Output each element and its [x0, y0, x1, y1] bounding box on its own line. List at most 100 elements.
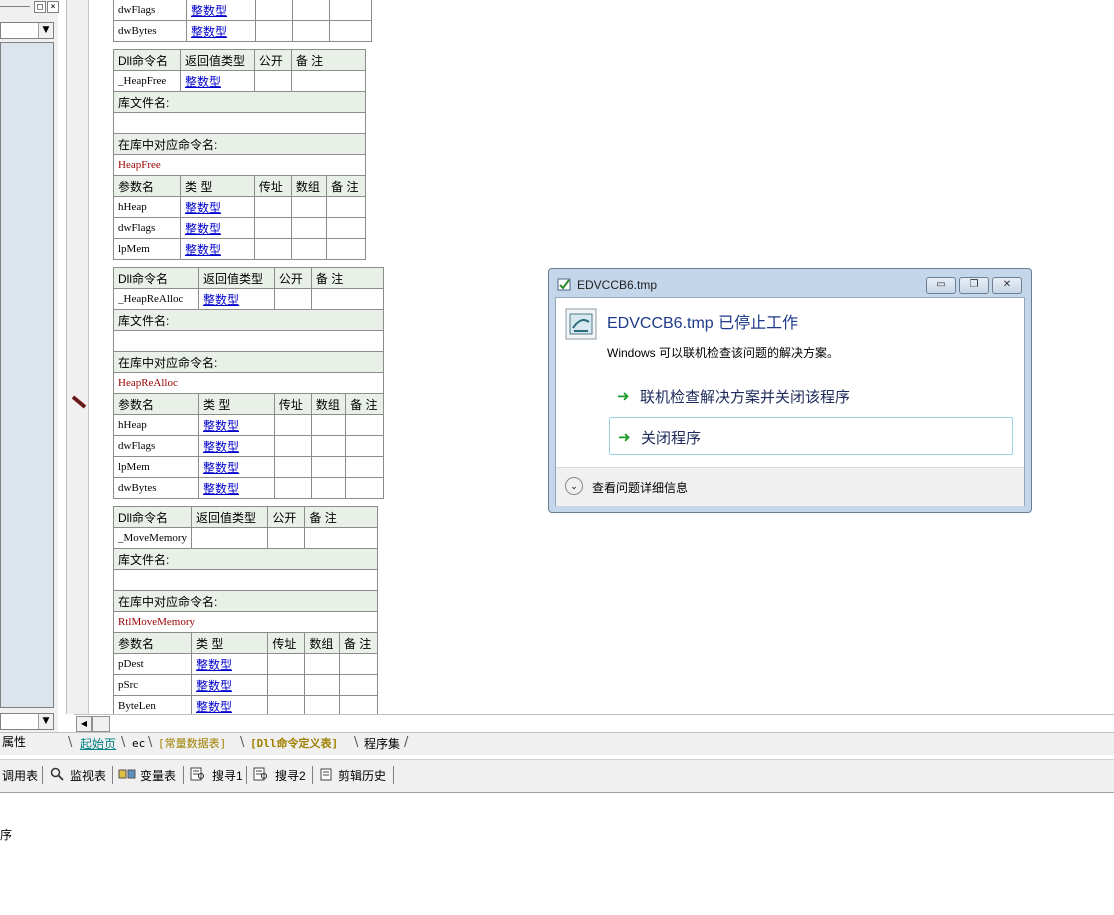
param-array[interactable] [292, 20, 330, 42]
note-cell[interactable] [304, 527, 378, 549]
object-combo[interactable]: ▼ [0, 22, 54, 39]
variable-table-button[interactable]: 变量表 [140, 767, 176, 784]
param-type[interactable]: 整数型 [198, 456, 275, 478]
param-type[interactable]: 整数型 [191, 674, 269, 696]
public-cell[interactable] [267, 527, 306, 549]
param-note[interactable] [345, 456, 384, 478]
param-array[interactable] [310, 435, 347, 457]
minimize-button[interactable]: ▭ [926, 277, 956, 294]
param-note[interactable] [326, 217, 366, 239]
view-details-link[interactable]: 查看问题详细信息 [592, 479, 688, 496]
dll-command-name[interactable]: _HeapFree [113, 70, 181, 92]
dll-command-name[interactable]: _HeapReAlloc [113, 288, 199, 310]
public-cell[interactable] [273, 288, 312, 310]
param-note[interactable] [338, 674, 379, 696]
param-name[interactable]: dwBytes [113, 477, 199, 499]
param-name[interactable]: hHeap [113, 196, 181, 218]
tab-constants[interactable]: [常量数据表] [158, 736, 226, 752]
call-table-button[interactable]: 调用表 [2, 767, 38, 784]
param-array[interactable] [292, 0, 330, 21]
return-type[interactable]: 整数型 [198, 288, 275, 310]
param-byref[interactable] [253, 238, 292, 260]
param-array[interactable] [304, 653, 340, 675]
param-name[interactable]: dwFlags [113, 0, 187, 21]
param-type[interactable]: 整数型 [198, 414, 275, 436]
scroll-thumb[interactable] [92, 716, 110, 732]
param-type[interactable]: 整数型 [191, 653, 269, 675]
param-type[interactable]: 整数型 [180, 217, 255, 239]
tab-assembly[interactable]: 程序集 [364, 736, 400, 752]
close-program-option[interactable]: ➜ 关闭程序 [609, 417, 1013, 455]
param-note[interactable] [329, 0, 372, 21]
lib-field[interactable] [113, 330, 384, 352]
param-type[interactable]: 整数型 [186, 0, 256, 21]
param-type[interactable]: 整数型 [180, 238, 255, 260]
param-array[interactable] [310, 456, 347, 478]
param-name[interactable]: pDest [112, 653, 193, 675]
maximize-button[interactable]: □ [34, 1, 46, 13]
property-list[interactable] [0, 42, 54, 708]
public-cell[interactable] [253, 70, 292, 92]
lib-field[interactable] [113, 112, 366, 134]
tab-dll-commands[interactable]: [Dll命令定义表] [250, 736, 338, 752]
param-byref[interactable] [267, 653, 306, 675]
param-byref[interactable] [273, 456, 312, 478]
param-note[interactable] [345, 435, 384, 457]
param-name[interactable]: dwFlags [113, 217, 181, 239]
param-name[interactable]: lpMem [113, 456, 199, 478]
param-byref[interactable] [273, 435, 312, 457]
scroll-left-icon[interactable]: ◀ [76, 716, 92, 732]
param-note[interactable] [329, 20, 372, 42]
param-name[interactable]: dwBytes [113, 20, 187, 42]
param-array[interactable] [290, 238, 328, 260]
entry-name[interactable]: HeapReAlloc [113, 372, 384, 394]
chevron-down-icon[interactable]: ⌄ [565, 477, 583, 495]
param-byref[interactable] [273, 414, 312, 436]
horizontal-scrollbar[interactable] [74, 714, 1114, 732]
param-byref[interactable] [273, 477, 312, 499]
chevron-down-icon[interactable]: ▼ [38, 23, 53, 38]
param-type[interactable]: 整数型 [198, 435, 275, 457]
param-byref[interactable] [255, 20, 293, 42]
search1-button[interactable]: 搜寻1 [212, 767, 243, 784]
param-array[interactable] [310, 477, 347, 499]
tab-start-page[interactable]: 起始页 [80, 736, 116, 752]
restore-button[interactable]: ❐ [959, 277, 989, 294]
tab-properties[interactable]: 属性 [0, 733, 28, 752]
lib-field[interactable] [113, 569, 378, 591]
param-note[interactable] [326, 238, 366, 260]
entry-name[interactable]: HeapFree [113, 154, 366, 176]
param-note[interactable] [345, 477, 384, 499]
param-name[interactable]: pSrc [112, 674, 193, 696]
tab-ec[interactable]: ec [132, 736, 145, 752]
param-note[interactable] [326, 196, 366, 218]
param-byref[interactable] [253, 217, 292, 239]
param-type[interactable]: 整数型 [186, 20, 256, 42]
chevron-down-icon[interactable]: ▼ [38, 714, 53, 729]
close-button[interactable]: ✕ [992, 277, 1022, 294]
note-cell[interactable] [290, 70, 367, 92]
clip-history-button[interactable]: 剪辑历史 [338, 767, 386, 784]
watch-table-button[interactable]: 监视表 [70, 767, 106, 784]
close-button[interactable]: × [47, 1, 59, 13]
param-name[interactable]: dwFlags [113, 435, 199, 457]
param-array[interactable] [290, 217, 328, 239]
param-byref[interactable] [267, 674, 306, 696]
param-array[interactable] [304, 674, 340, 696]
param-note[interactable] [338, 653, 379, 675]
bottom-combo[interactable]: ▼ [0, 713, 54, 730]
dll-command-name[interactable]: _MoveMemory [112, 527, 193, 549]
return-type[interactable]: 整数型 [180, 70, 255, 92]
search2-button[interactable]: 搜寻2 [275, 767, 306, 784]
param-name[interactable]: hHeap [113, 414, 199, 436]
param-byref[interactable] [255, 0, 293, 21]
note-cell[interactable] [310, 288, 385, 310]
check-online-option[interactable]: ➜ 联机检查解决方案并关闭该程序 [609, 377, 1013, 415]
return-type[interactable] [191, 527, 269, 549]
param-array[interactable] [310, 414, 347, 436]
param-type[interactable]: 整数型 [198, 477, 275, 499]
param-note[interactable] [345, 414, 384, 436]
param-byref[interactable] [253, 196, 292, 218]
param-array[interactable] [290, 196, 328, 218]
param-type[interactable]: 整数型 [180, 196, 255, 218]
